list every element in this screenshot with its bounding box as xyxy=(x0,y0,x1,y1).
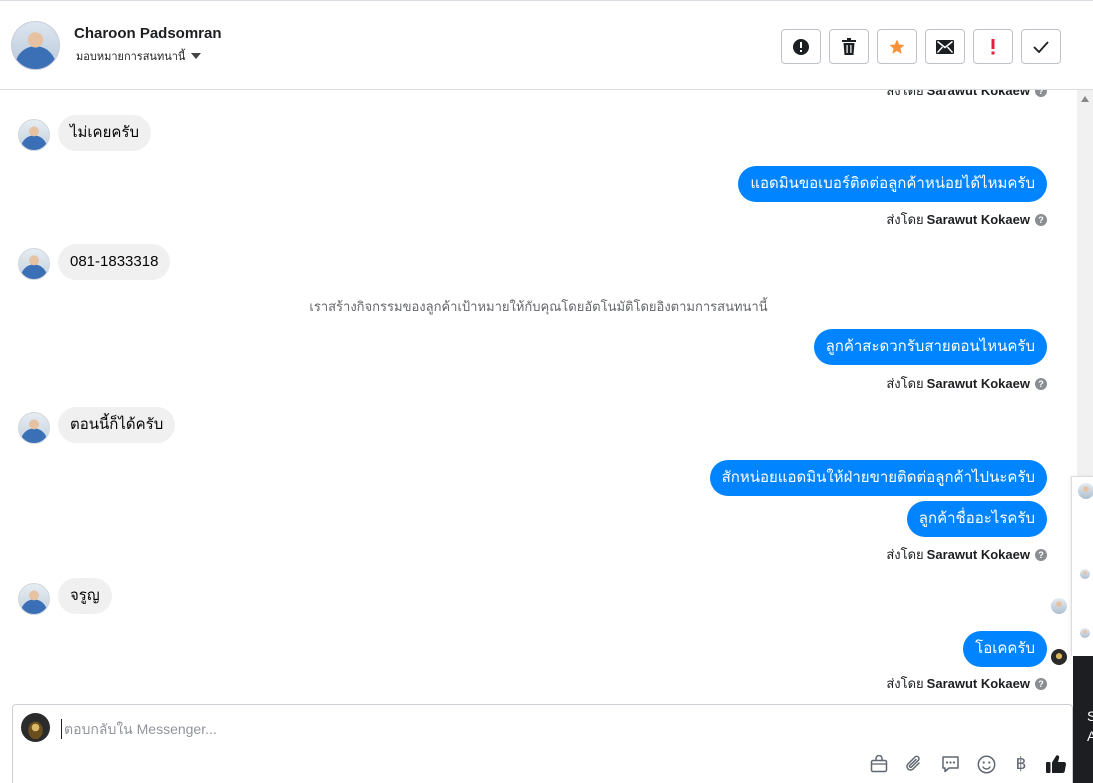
system-note: เราสร้างกิจกรรมของลูกค้าเป้าหมายให้กับคุ… xyxy=(309,299,768,314)
thumbs-up-icon xyxy=(1046,755,1067,774)
messenger-conversation-view: Charoon Padsomran มอบหมายการสนทนานี้ ส่ง… xyxy=(0,0,1093,783)
mark-unread-button[interactable] xyxy=(925,29,965,64)
panel-avatar[interactable] xyxy=(1078,483,1093,499)
side-panel xyxy=(1071,476,1093,656)
outgoing-message[interactable]: ลูกค้าสะดวกรับสายตอนไหนครับ xyxy=(813,329,1047,365)
reply-input[interactable] xyxy=(61,719,821,739)
seen-avatar xyxy=(1051,598,1067,614)
emoji-button[interactable] xyxy=(975,753,997,775)
alert-circle-icon xyxy=(793,38,809,55)
caret-down-icon xyxy=(191,53,202,59)
exclamation-icon xyxy=(991,38,995,54)
panel-avatar[interactable] xyxy=(1080,569,1090,579)
page-avatar xyxy=(21,713,50,742)
envelope-icon xyxy=(936,39,954,54)
sent-by-label: ส่งโดย Sarawut Kokaew ? xyxy=(886,373,1047,394)
side-dark-panel: S A xyxy=(1073,656,1093,783)
assign-conversation-dropdown[interactable]: มอบหมายการสนทนานี้ xyxy=(76,47,202,65)
contact-avatar[interactable] xyxy=(11,21,60,70)
outgoing-message[interactable]: สักหน่อยแอดมินให้ฝ่ายขายติดต่อลูกค้าไปนะ… xyxy=(709,460,1047,496)
contact-avatar-small xyxy=(18,583,50,615)
conversation-header: Charoon Padsomran มอบหมายการสนทนานี้ xyxy=(0,0,1093,90)
help-icon[interactable]: ? xyxy=(1035,548,1047,561)
panel-avatar[interactable] xyxy=(1080,628,1090,638)
sent-by-label: ส่งโดย Sarawut Kokaew ? xyxy=(886,209,1047,230)
contact-avatar-small xyxy=(18,119,50,151)
incoming-message[interactable]: จรูญ xyxy=(58,578,112,614)
shopping-bag-icon xyxy=(870,755,888,773)
scroll-up-arrow-icon[interactable] xyxy=(1081,96,1089,102)
paperclip-icon xyxy=(906,755,920,771)
help-icon[interactable]: ? xyxy=(1035,90,1047,97)
incoming-message[interactable]: ตอนนี้ก็ได้ครับ xyxy=(58,407,176,443)
like-button[interactable] xyxy=(1045,753,1067,775)
checkmark-icon xyxy=(1033,40,1049,53)
follow-up-button[interactable] xyxy=(973,29,1013,64)
help-icon[interactable]: ? xyxy=(1035,213,1047,226)
baht-icon: ฿ xyxy=(1015,754,1027,773)
trash-icon xyxy=(842,37,856,55)
contact-avatar-small xyxy=(18,412,50,444)
side-dark-text: A xyxy=(1087,728,1093,744)
outgoing-message[interactable]: ลูกค้าชื่ออะไรครับ xyxy=(906,501,1047,537)
star-button[interactable] xyxy=(877,29,917,64)
sent-by-label: ส่งโดย Sarawut Kokaew ? xyxy=(886,673,1047,694)
help-icon[interactable]: ? xyxy=(1035,677,1047,690)
spam-button[interactable] xyxy=(781,29,821,64)
reply-composer: ฿ xyxy=(12,704,1073,783)
incoming-message[interactable]: ไม่เคยครับ xyxy=(58,115,151,151)
chat-bubble-icon xyxy=(941,756,959,773)
side-dark-text: S xyxy=(1087,708,1093,724)
seen-avatar xyxy=(1051,649,1067,665)
shopping-bag-button[interactable] xyxy=(868,753,890,775)
star-icon xyxy=(889,39,905,54)
scrollbar[interactable] xyxy=(1077,90,1093,480)
sent-by-label: ส่งโดย Sarawut Kokaew ? xyxy=(886,544,1047,565)
mark-done-button[interactable] xyxy=(1021,29,1061,64)
message-thread[interactable]: ส่งโดย Sarawut Kokaew ? ไม่เคยครับ แอดมิ… xyxy=(0,90,1077,704)
incoming-message[interactable]: 081-1833318 xyxy=(58,244,171,280)
smiley-icon xyxy=(977,755,995,773)
contact-name[interactable]: Charoon Padsomran xyxy=(74,25,222,42)
outgoing-message[interactable]: แอดมินขอเบอร์ติดต่อลูกค้าหน่อยได้ไหมครับ xyxy=(738,166,1047,202)
saved-replies-button[interactable] xyxy=(939,753,961,775)
sent-by-label: ส่งโดย Sarawut Kokaew ? xyxy=(886,90,1047,101)
outgoing-message[interactable]: โอเคครับ xyxy=(963,631,1047,667)
contact-avatar-small xyxy=(18,248,50,280)
attach-button[interactable] xyxy=(903,753,925,775)
assign-label: มอบหมายการสนทนานี้ xyxy=(76,51,186,63)
payment-button[interactable]: ฿ xyxy=(1010,753,1032,775)
delete-button[interactable] xyxy=(829,29,869,64)
help-icon[interactable]: ? xyxy=(1035,377,1047,390)
